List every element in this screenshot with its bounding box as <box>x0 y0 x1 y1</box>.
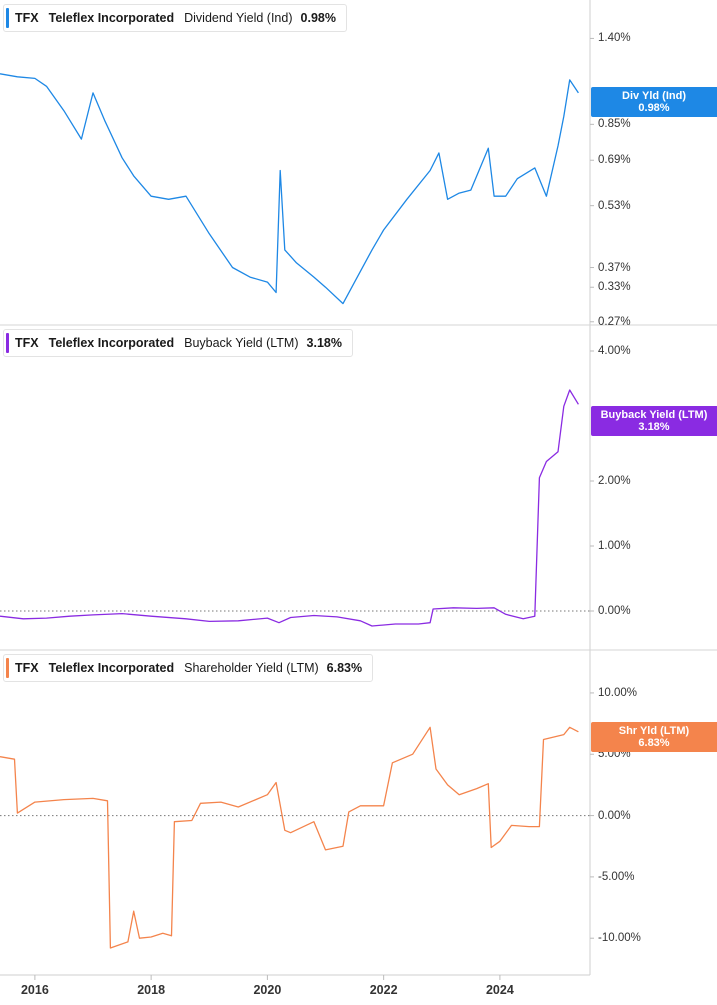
current-value-flag-buyback: Buyback Yield (LTM) 3.18% <box>591 406 717 436</box>
x-tick-label: 2022 <box>369 983 398 997</box>
legend-company-name: Teleflex Incorporated <box>48 11 175 25</box>
legend-color-swatch <box>6 658 9 678</box>
y-tick-label: 1.00% <box>598 540 631 552</box>
legend-company-name: Teleflex Incorporated <box>48 661 175 675</box>
y-tick-label: 0.33% <box>598 281 631 294</box>
legend-metric: Shareholder Yield (LTM) <box>184 661 319 675</box>
x-tick-label: 2024 <box>485 983 514 997</box>
y-tick-label: 0.69% <box>598 154 631 167</box>
flag-value: 6.83% <box>638 737 670 749</box>
current-value-flag-shareholder: Shr Yld (LTM) 6.83% <box>591 722 717 752</box>
y-tick-label: -5.00% <box>598 870 635 883</box>
y-tick-label: 1.40% <box>598 32 631 45</box>
y-tick-label: 2.00% <box>598 475 631 487</box>
series-line <box>0 73 579 305</box>
legend-color-swatch <box>6 333 9 353</box>
y-tick-label: 0.00% <box>598 605 631 617</box>
x-tick-label: 2018 <box>137 983 166 997</box>
legend-ticker: TFX <box>15 11 39 25</box>
legend-metric: Buyback Yield (LTM) <box>184 336 299 350</box>
x-tick-label: 2016 <box>20 983 49 997</box>
series-line <box>0 389 579 627</box>
legend-dividend-yield: TFX Teleflex Incorporated Dividend Yield… <box>3 4 347 32</box>
y-tick-label: 0.27% <box>598 315 631 328</box>
flag-label: Shr Yld (LTM) <box>618 725 690 737</box>
y-tick-label: 4.00% <box>598 345 631 357</box>
flag-label: Div Yld (Ind) <box>622 90 686 102</box>
x-tick-label: 2020 <box>253 983 282 997</box>
current-value-flag-dividend: Div Yld (Ind) 0.98% <box>591 87 717 117</box>
y-tick-label: 0.53% <box>598 199 631 212</box>
legend-company-name: Teleflex Incorporated <box>48 336 175 350</box>
flag-value: 0.98% <box>638 102 670 114</box>
legend-ticker: TFX <box>15 661 39 675</box>
y-tick-label: 0.37% <box>598 261 631 274</box>
y-tick-label: 10.00% <box>598 686 638 699</box>
legend-value: 0.98% <box>300 11 336 25</box>
y-tick-label: 0.00% <box>598 809 631 822</box>
flag-label: Buyback Yield (LTM) <box>600 409 708 421</box>
legend-shareholder-yield: TFX Teleflex Incorporated Shareholder Yi… <box>3 654 374 682</box>
chart-canvas <box>0 0 717 980</box>
y-tick-label: 0.85% <box>598 118 631 131</box>
legend-value: 3.18% <box>306 336 342 350</box>
legend-value: 6.83% <box>326 661 363 675</box>
legend-buyback-yield: TFX Teleflex Incorporated Buyback Yield … <box>3 329 353 357</box>
series-line <box>0 726 579 949</box>
legend-color-swatch <box>6 8 9 28</box>
legend-ticker: TFX <box>15 336 39 350</box>
flag-value: 3.18% <box>638 421 670 433</box>
y-tick-label: -10.00% <box>598 932 641 945</box>
legend-metric: Dividend Yield (Ind) <box>184 11 293 25</box>
